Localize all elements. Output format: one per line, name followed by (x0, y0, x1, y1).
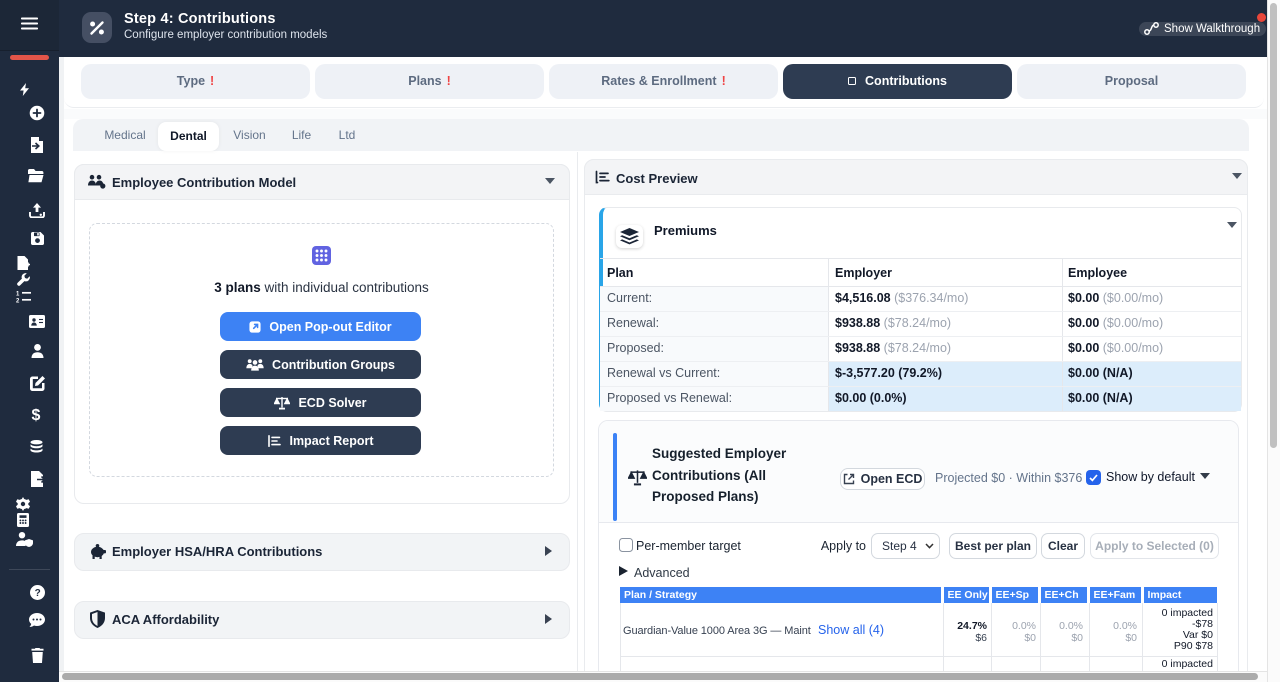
svg-text:2: 2 (16, 299, 20, 304)
svg-text:1: 1 (16, 292, 20, 298)
svg-text:?: ? (35, 588, 41, 599)
